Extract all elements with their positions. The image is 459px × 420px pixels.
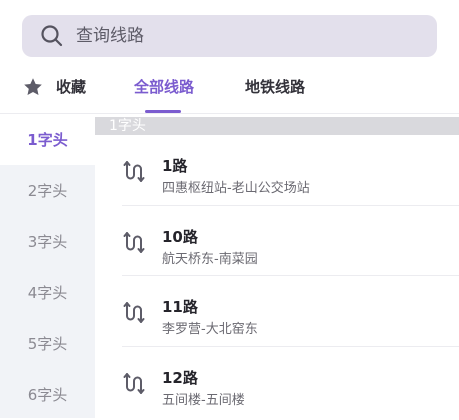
route-icon <box>123 302 145 323</box>
route-name: 10路 <box>162 227 198 246</box>
sidebar-item-1[interactable]: 1字头 <box>0 114 95 165</box>
route-name: 12路 <box>162 368 198 387</box>
route-stops: 李罗营-大北窑东 <box>162 322 258 337</box>
route-stops: 四惠枢纽站-老山公交场站 <box>162 181 310 196</box>
sidebar-item-3[interactable]: 3字头 <box>0 216 95 267</box>
search-bar[interactable] <box>22 15 437 57</box>
route-stops: 航天桥东-南菜园 <box>162 251 258 267</box>
sidebar-item-4[interactable]: 4字头 <box>0 267 95 318</box>
route-item[interactable]: 11路 李罗营-大北窑东 <box>95 276 459 347</box>
sidebar-item-6[interactable]: 6字头 <box>0 369 95 420</box>
tab-favorites[interactable]: 收藏 <box>22 60 86 113</box>
star-icon <box>24 77 42 95</box>
tab-all-routes[interactable]: 全部线路 <box>134 60 194 113</box>
search-icon <box>41 25 63 47</box>
route-name: 1路 <box>162 157 188 175</box>
route-item[interactable]: 10路 航天桥东-南菜园 <box>95 206 459 276</box>
route-stops: 五间楼-五间楼 <box>162 392 245 408</box>
tab-favorites-label: 收藏 <box>56 78 87 96</box>
sidebar-item-5[interactable]: 5字头 <box>0 318 95 369</box>
route-icon <box>123 231 145 253</box>
route-name: 11路 <box>162 298 198 316</box>
prefix-sidebar: 1字头 2字头 3字头 4字头 5字头 6字头 <box>0 114 95 418</box>
tab-subway-routes[interactable]: 地铁线路 <box>245 60 305 113</box>
active-tab-indicator <box>145 110 181 113</box>
route-icon <box>123 161 145 182</box>
tab-bar: 收藏 全部线路 地铁线路 <box>0 60 459 114</box>
route-icon <box>123 372 145 394</box>
route-item[interactable]: 12路 五间楼-五间楼 <box>95 347 459 418</box>
route-list: 1路 四惠枢纽站-老山公交场站 10路 航天桥东-南菜园 11路 李罗营-大北窑… <box>95 135 459 417</box>
search-input[interactable] <box>74 25 378 47</box>
sidebar-item-2[interactable]: 2字头 <box>0 165 95 216</box>
tab-all-routes-label: 全部线路 <box>134 78 195 96</box>
route-item[interactable]: 1路 四惠枢纽站-老山公交场站 <box>95 135 459 206</box>
group-header: 1字头 <box>95 117 459 135</box>
tab-subway-routes-label: 地铁线路 <box>245 78 306 96</box>
